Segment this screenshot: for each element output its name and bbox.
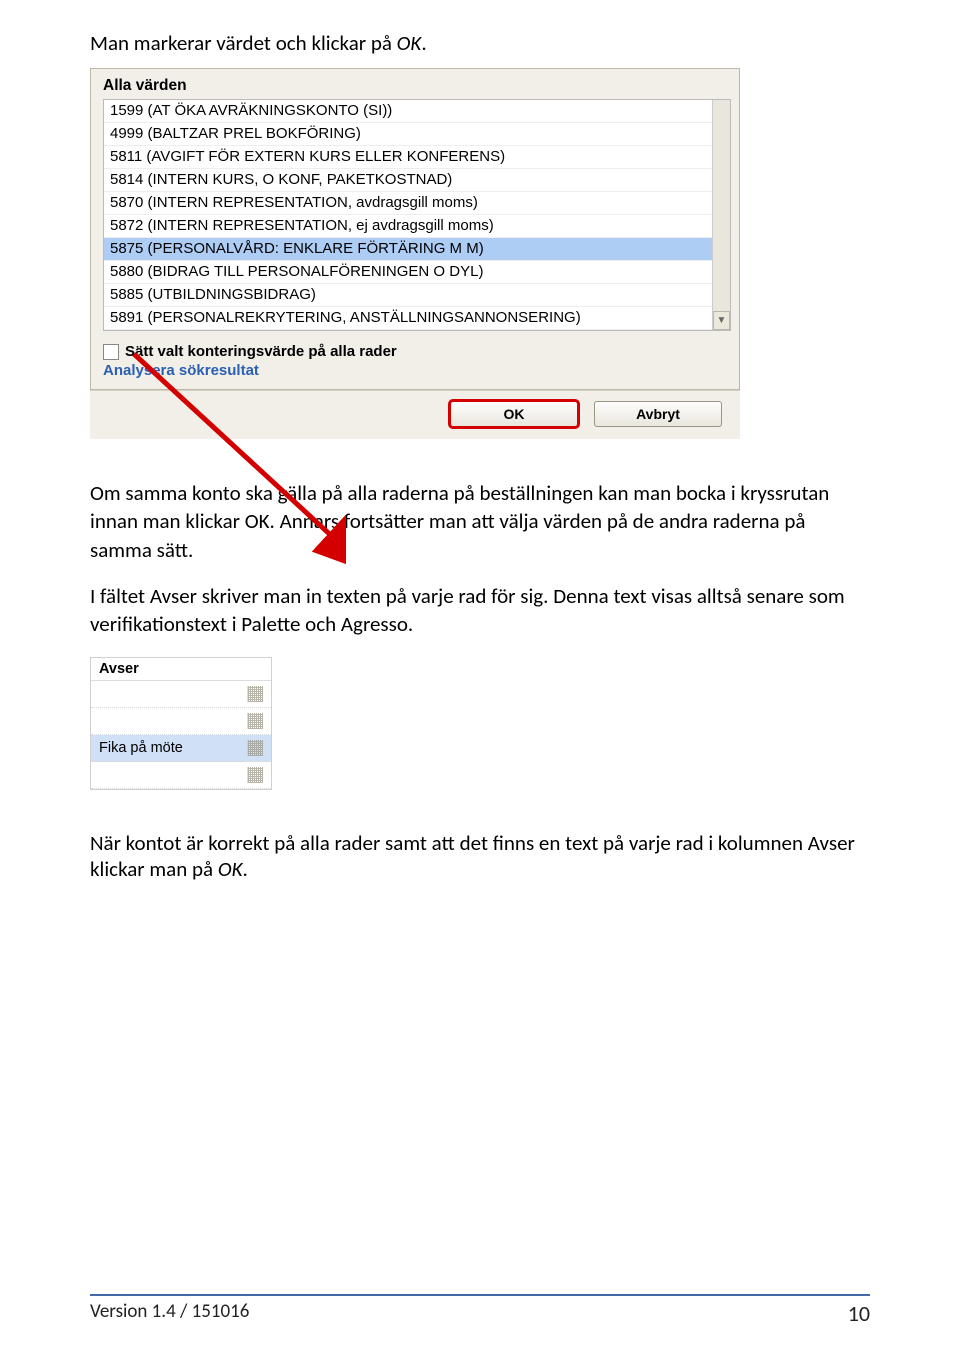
drag-handle-icon[interactable] bbox=[247, 740, 263, 756]
list-item[interactable]: 5885 (UTBILDNINGSBIDRAG) bbox=[104, 284, 730, 307]
list-item[interactable]: 1599 (AT ÖKA AVRÄKNINGSKONTO (SI)) bbox=[104, 100, 730, 123]
intro-suffix: . bbox=[421, 30, 426, 56]
list-item[interactable]: 5870 (INTERN REPRESENTATION, avdragsgill… bbox=[104, 192, 730, 215]
drag-handle-icon[interactable] bbox=[247, 767, 263, 783]
screenshot-avser-column: Avser Fika på möte bbox=[90, 657, 272, 790]
list-item[interactable]: 5814 (INTERN KURS, O KONF, PAKETKOSTNAD) bbox=[104, 169, 730, 192]
list-item[interactable]: 5872 (INTERN REPRESENTATION, ej avdragsg… bbox=[104, 215, 730, 238]
table-row[interactable] bbox=[91, 762, 271, 789]
intro-text: Man markerar värdet och klickar på bbox=[90, 30, 397, 56]
panel-header: Alla värden bbox=[103, 77, 731, 95]
table-row[interactable] bbox=[91, 681, 271, 708]
value-listbox[interactable]: 1599 (AT ÖKA AVRÄKNINGSKONTO (SI)) 4999 … bbox=[103, 99, 731, 331]
drag-handle-icon[interactable] bbox=[247, 686, 263, 702]
final-paragraph: När kontot är korrekt på alla rader samt… bbox=[90, 830, 870, 882]
table-row-editing[interactable]: Fika på möte bbox=[91, 735, 271, 762]
paragraph-1: Om samma konto ska gälla på alla raderna… bbox=[90, 479, 870, 564]
ok-button[interactable]: OK bbox=[450, 401, 578, 427]
scroll-down-icon[interactable]: ▼ bbox=[713, 311, 730, 330]
final-text: När kontot är korrekt på alla rader samt… bbox=[90, 830, 855, 882]
avser-column-header: Avser bbox=[91, 658, 271, 681]
footer-version: Version 1.4 / 151016 bbox=[90, 1300, 249, 1327]
intro-paragraph: Man markerar värdet och klickar på OK. bbox=[90, 30, 870, 56]
final-suffix: . bbox=[243, 856, 248, 882]
list-item[interactable]: 5880 (BIDRAG TILL PERSONALFÖRENINGEN O D… bbox=[104, 261, 730, 284]
intro-ok-italic: OK bbox=[397, 30, 422, 56]
list-item[interactable]: 4999 (BALTZAR PREL BOKFÖRING) bbox=[104, 123, 730, 146]
dialog-button-row: OK Avbryt bbox=[90, 390, 740, 439]
value-panel: Alla värden 1599 (AT ÖKA AVRÄKNINGSKONTO… bbox=[90, 68, 740, 390]
checkbox-row[interactable]: Sätt valt konteringsvärde på alla rader bbox=[103, 343, 731, 360]
list-item-selected[interactable]: 5875 (PERSONALVÅRD: ENKLARE FÖRTÄRING M … bbox=[104, 238, 730, 261]
set-all-rows-checkbox[interactable] bbox=[103, 344, 119, 360]
page-footer: Version 1.4 / 151016 10 bbox=[90, 1294, 870, 1327]
drag-handle-icon[interactable] bbox=[247, 713, 263, 729]
cancel-button[interactable]: Avbryt bbox=[594, 401, 722, 427]
avser-input-value[interactable]: Fika på möte bbox=[99, 740, 183, 756]
final-ok-italic: OK bbox=[218, 856, 243, 882]
analyze-search-link[interactable]: Analysera sökresultat bbox=[103, 362, 731, 379]
screenshot-value-picker: Alla värden 1599 (AT ÖKA AVRÄKNINGSKONTO… bbox=[90, 68, 740, 439]
listbox-scrollbar[interactable]: ▼ bbox=[712, 100, 730, 330]
checkbox-label: Sätt valt konteringsvärde på alla rader bbox=[125, 343, 397, 360]
footer-page-number: 10 bbox=[848, 1300, 870, 1327]
list-item[interactable]: 5891 (PERSONALREKRYTERING, ANSTÄLLNINGSA… bbox=[104, 307, 730, 330]
paragraph-2: I fältet Avser skriver man in texten på … bbox=[90, 582, 870, 639]
table-row[interactable] bbox=[91, 708, 271, 735]
list-item[interactable]: 5811 (AVGIFT FÖR EXTERN KURS ELLER KONFE… bbox=[104, 146, 730, 169]
body-text: Om samma konto ska gälla på alla raderna… bbox=[90, 479, 870, 639]
